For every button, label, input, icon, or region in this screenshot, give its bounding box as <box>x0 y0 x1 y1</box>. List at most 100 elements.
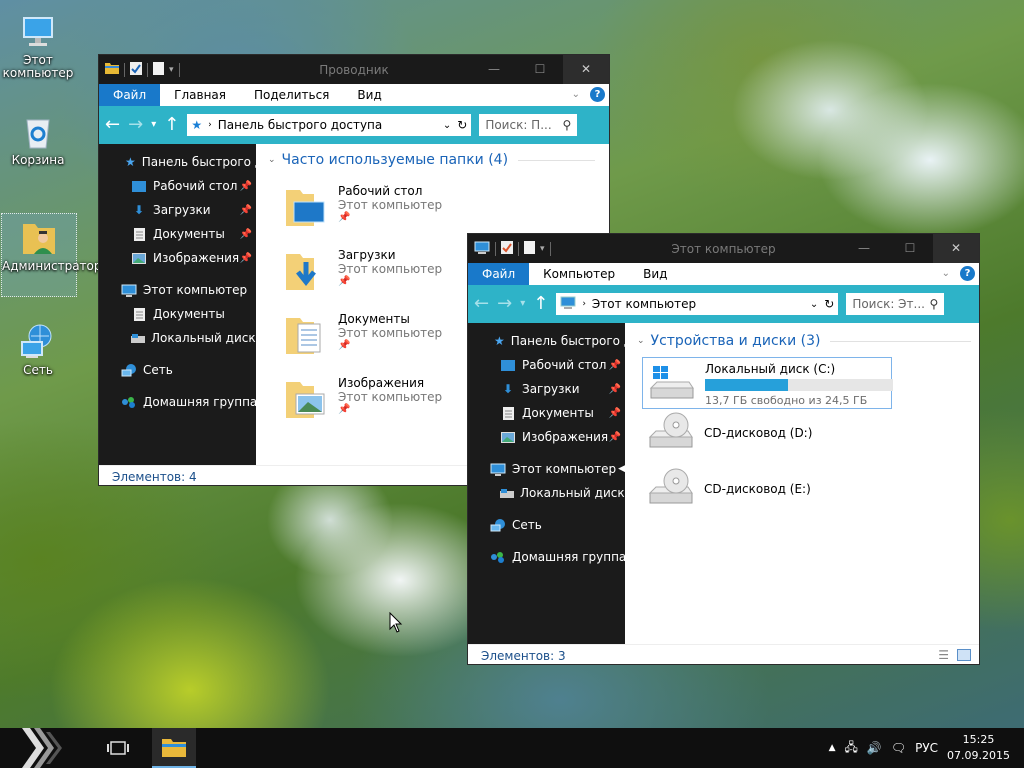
start-button[interactable] <box>0 728 76 768</box>
nav-item-this-pc[interactable]: Этот компьютер <box>99 278 256 302</box>
title-bar[interactable]: ▾ Проводник — ☐ ✕ <box>99 55 609 84</box>
drive-item-d[interactable]: CD-дисковод (D:) <box>648 411 812 454</box>
help-icon[interactable]: ? <box>590 87 605 102</box>
maximize-button[interactable]: ☐ <box>887 234 933 263</box>
desktop-icon-recycle-bin[interactable]: Корзина <box>0 112 76 167</box>
chevron-down-icon[interactable]: ▾ <box>540 244 545 254</box>
pin-icon[interactable]: 📌 <box>240 205 252 216</box>
tab-view[interactable]: Вид <box>343 84 395 106</box>
folder-item[interactable]: Документы Этот компьютер 📌 <box>286 312 442 359</box>
pin-icon[interactable]: 📌 <box>609 432 621 443</box>
folder-item[interactable]: Загрузки Этот компьютер 📌 <box>286 248 442 295</box>
minimize-button[interactable]: — <box>471 55 517 84</box>
section-header[interactable]: ⌄ Устройства и диски (3) <box>637 333 971 349</box>
refresh-icon[interactable]: ↻ <box>457 118 467 132</box>
tab-view[interactable]: Вид <box>629 263 681 285</box>
close-button[interactable]: ✕ <box>933 234 979 263</box>
pin-icon[interactable]: 📌 <box>609 408 621 419</box>
new-folder-icon[interactable] <box>524 240 535 257</box>
nav-item-pictures[interactable]: Изображения 📌 <box>99 246 256 270</box>
refresh-icon[interactable]: ↻ <box>824 297 834 311</box>
volume-icon[interactable]: 🔊 <box>867 741 882 755</box>
forward-button[interactable]: → <box>128 116 143 134</box>
tiles-view-icon[interactable] <box>957 649 971 661</box>
minimize-button[interactable]: — <box>841 234 887 263</box>
folder-name: Изображения <box>338 376 425 390</box>
nav-item-quick-access[interactable]: ★ Панель быстрого доступа <box>468 329 625 353</box>
new-folder-icon[interactable] <box>153 61 164 78</box>
properties-icon[interactable] <box>130 61 142 78</box>
nav-item-documents[interactable]: Документы 📌 <box>99 222 256 246</box>
nav-item-pictures[interactable]: Изображения 📌 <box>468 425 625 449</box>
desktop-icon-this-pc[interactable]: Этот компьютер <box>0 12 76 80</box>
address-bar[interactable]: ★ › Панель быстрого доступа ⌄ ↻ <box>187 114 472 136</box>
help-icon[interactable]: ? <box>960 266 975 281</box>
pin-icon[interactable]: 📌 <box>609 384 621 395</box>
pin-icon[interactable]: 📌 <box>338 212 442 223</box>
properties-icon[interactable] <box>501 240 513 257</box>
up-button[interactable]: ↑ <box>164 116 179 134</box>
pin-icon[interactable]: 📌 <box>338 340 442 351</box>
nav-item-downloads[interactable]: ⬇ Загрузки 📌 <box>468 377 625 401</box>
expand-arrow-icon[interactable]: ◀ <box>618 464 625 474</box>
back-button[interactable]: ← <box>474 295 489 313</box>
back-button[interactable]: ← <box>105 116 120 134</box>
chevron-down-icon[interactable]: ▾ <box>169 65 174 75</box>
forward-button[interactable]: → <box>497 295 512 313</box>
maximize-button[interactable]: ☐ <box>517 55 563 84</box>
show-hidden-icons-button[interactable]: ▲ <box>829 743 836 753</box>
pin-icon[interactable]: 📌 <box>338 404 442 415</box>
desktop-icon-network[interactable]: Сеть <box>0 322 76 377</box>
chevron-down-icon[interactable]: ⌄ <box>443 120 451 131</box>
address-bar[interactable]: › Этот компьютер ⌄ ↻ <box>556 293 839 315</box>
desktop-icon-administrator[interactable]: Администратор <box>1 213 102 297</box>
language-indicator[interactable]: РУС <box>915 741 938 755</box>
nav-item-desktop[interactable]: Рабочий стол 📌 <box>99 174 256 198</box>
nav-item-local-disk[interactable]: Локальный диск (C:) <box>99 326 256 350</box>
pin-icon[interactable]: 📌 <box>240 253 252 264</box>
pin-icon[interactable]: 📌 <box>240 181 252 192</box>
folder-item[interactable]: Рабочий стол Этот компьютер 📌 <box>286 184 442 231</box>
close-button[interactable]: ✕ <box>563 55 609 84</box>
folder-item[interactable]: Изображения Этот компьютер 📌 <box>286 376 442 423</box>
tab-computer[interactable]: Компьютер <box>529 263 629 285</box>
action-center-icon[interactable]: 🗨 <box>891 741 906 755</box>
expand-ribbon-icon[interactable]: ⌄ <box>942 268 950 279</box>
up-button[interactable]: ↑ <box>533 295 548 313</box>
nav-item-downloads[interactable]: ⬇ Загрузки 📌 <box>99 198 256 222</box>
clock[interactable]: 15:25 07.09.2015 <box>947 732 1010 764</box>
nav-item-desktop[interactable]: Рабочий стол 📌 <box>468 353 625 377</box>
expand-ribbon-icon[interactable]: ⌄ <box>572 89 580 100</box>
file-explorer-taskbar-button[interactable] <box>152 728 196 768</box>
nav-item-local-disk[interactable]: Локальный диск (C:) <box>468 481 625 505</box>
tab-file[interactable]: Файл <box>99 84 161 106</box>
nav-item-network[interactable]: Сеть <box>99 358 256 382</box>
drive-item-c[interactable]: Локальный диск (C:) 13,7 ГБ свободно из … <box>642 357 893 409</box>
chevron-down-icon[interactable]: ⌄ <box>810 299 818 310</box>
nav-item-documents-2[interactable]: Документы <box>99 302 256 326</box>
breadcrumb-chevron-icon[interactable]: › <box>208 120 212 130</box>
nav-item-documents[interactable]: Документы 📌 <box>468 401 625 425</box>
tab-file[interactable]: Файл <box>468 263 530 285</box>
recent-locations-button[interactable]: ▾ <box>151 116 156 134</box>
nav-item-homegroup[interactable]: Домашняя группа <box>468 545 625 569</box>
title-bar[interactable]: ▾ Этот компьютер — ☐ ✕ <box>468 234 979 263</box>
tab-home[interactable]: Главная <box>160 84 240 106</box>
nav-item-this-pc[interactable]: Этот компьютер ◀ <box>468 457 625 481</box>
nav-item-network[interactable]: Сеть <box>468 513 625 537</box>
details-view-icon[interactable]: ☰ <box>938 648 949 662</box>
task-view-button[interactable] <box>106 740 130 756</box>
network-status-icon[interactable]: 🖧 <box>845 738 858 759</box>
section-header[interactable]: ⌄ Часто используемые папки (4) <box>268 152 595 168</box>
tab-share[interactable]: Поделиться <box>240 84 343 106</box>
breadcrumb-chevron-icon[interactable]: › <box>582 299 586 309</box>
search-box[interactable]: Поиск: П... ⚲ <box>479 114 578 136</box>
search-box[interactable]: Поиск: Эт... ⚲ <box>846 293 945 315</box>
recent-locations-button[interactable]: ▾ <box>520 295 525 313</box>
pin-icon[interactable]: 📌 <box>338 276 442 287</box>
pin-icon[interactable]: 📌 <box>240 229 252 240</box>
nav-item-homegroup[interactable]: Домашняя группа <box>99 390 256 414</box>
nav-item-quick-access[interactable]: ★ Панель быстрого доступа <box>99 150 256 174</box>
drive-item-e[interactable]: CD-дисковод (E:) <box>648 467 811 510</box>
pin-icon[interactable]: 📌 <box>609 360 621 371</box>
